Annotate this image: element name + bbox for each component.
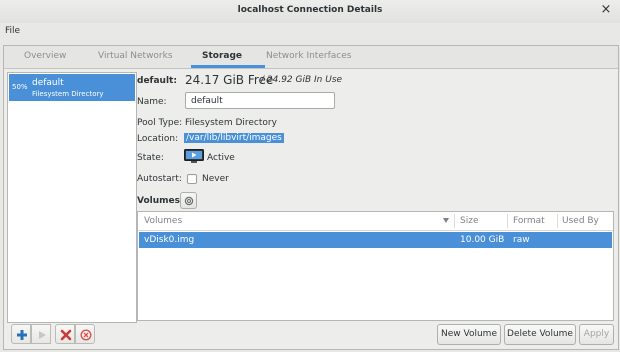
pool-type-label: Pool Type:	[137, 118, 183, 128]
plus-icon	[17, 330, 27, 340]
title-bar: localhost Connection Details ×	[0, 0, 620, 24]
stop-pool-button[interactable]	[75, 324, 95, 344]
tab-overview[interactable]: Overview	[24, 51, 66, 61]
pool-toolbar	[7, 324, 135, 346]
col-volumes[interactable]: Volumes	[144, 216, 182, 226]
name-field[interactable]	[185, 92, 335, 109]
autostart-value: Never	[202, 174, 229, 184]
tab-virtual-networks[interactable]: Virtual Networks	[98, 51, 173, 61]
pool-name: default	[32, 78, 64, 88]
add-pool-button[interactable]	[11, 324, 31, 344]
column-divider	[507, 214, 508, 228]
location-value[interactable]: /var/lib/libvirt/images	[184, 133, 284, 143]
sort-down-icon	[443, 218, 449, 223]
close-icon[interactable]: ×	[599, 3, 613, 17]
new-volume-button[interactable]: New Volume	[437, 324, 501, 345]
table-row[interactable]: vDisk0.img 10.00 GiB raw	[139, 232, 612, 248]
delete-pool-button[interactable]	[55, 324, 75, 344]
pool-item-default[interactable]: 50% default Filesystem Directory	[9, 74, 135, 101]
delete-x-icon	[60, 329, 72, 341]
pool-heading: default:	[137, 76, 177, 86]
autostart-label: Autostart:	[137, 174, 182, 184]
state-value: Active	[207, 153, 235, 163]
play-icon	[39, 331, 46, 339]
in-use-space: / 24.92 GiB In Use	[261, 75, 343, 85]
apply-button[interactable]: Apply	[579, 324, 614, 345]
col-used-by[interactable]: Used By	[562, 216, 599, 226]
menu-file[interactable]: File	[5, 26, 20, 36]
start-pool-button[interactable]	[31, 324, 51, 344]
col-size[interactable]: Size	[460, 216, 478, 226]
name-label: Name:	[137, 97, 167, 107]
column-divider	[454, 214, 455, 228]
refresh-button[interactable]	[180, 192, 197, 209]
menu-bar: File	[0, 23, 620, 41]
location-label: Location:	[137, 134, 179, 144]
volume-name: vDisk0.img	[144, 235, 195, 245]
tab-storage[interactable]: Storage	[202, 51, 242, 61]
table-header: Volumes Size Format Used By	[138, 212, 613, 231]
stop-icon	[80, 329, 92, 341]
window-title: localhost Connection Details	[237, 5, 383, 15]
col-format[interactable]: Format	[513, 216, 545, 226]
refresh-icon	[184, 196, 194, 206]
delete-volume-button[interactable]: Delete Volume	[504, 324, 576, 345]
column-divider	[557, 214, 558, 228]
pool-usage-percent: 50%	[12, 83, 28, 91]
tab-network-interfaces[interactable]: Network Interfaces	[266, 51, 351, 61]
volumes-table[interactable]: Volumes Size Format Used By vDisk0.img 1…	[137, 211, 614, 321]
pool-type: Filesystem Directory	[32, 90, 104, 98]
autostart-checkbox[interactable]	[187, 174, 197, 184]
volumes-label: Volumes	[137, 196, 180, 206]
pool-type-value: Filesystem Directory	[185, 118, 277, 128]
monitor-icon	[184, 149, 204, 164]
volume-format: raw	[513, 235, 530, 245]
pool-list[interactable]: 50% default Filesystem Directory	[7, 72, 137, 323]
volume-size: 10.00 GiB	[460, 235, 505, 245]
active-tab-indicator	[191, 65, 265, 68]
notebook: Overview Virtual Networks Storage Networ…	[3, 45, 619, 350]
tab-bar: Overview Virtual Networks Storage Networ…	[4, 46, 618, 69]
state-label: State:	[137, 153, 164, 163]
